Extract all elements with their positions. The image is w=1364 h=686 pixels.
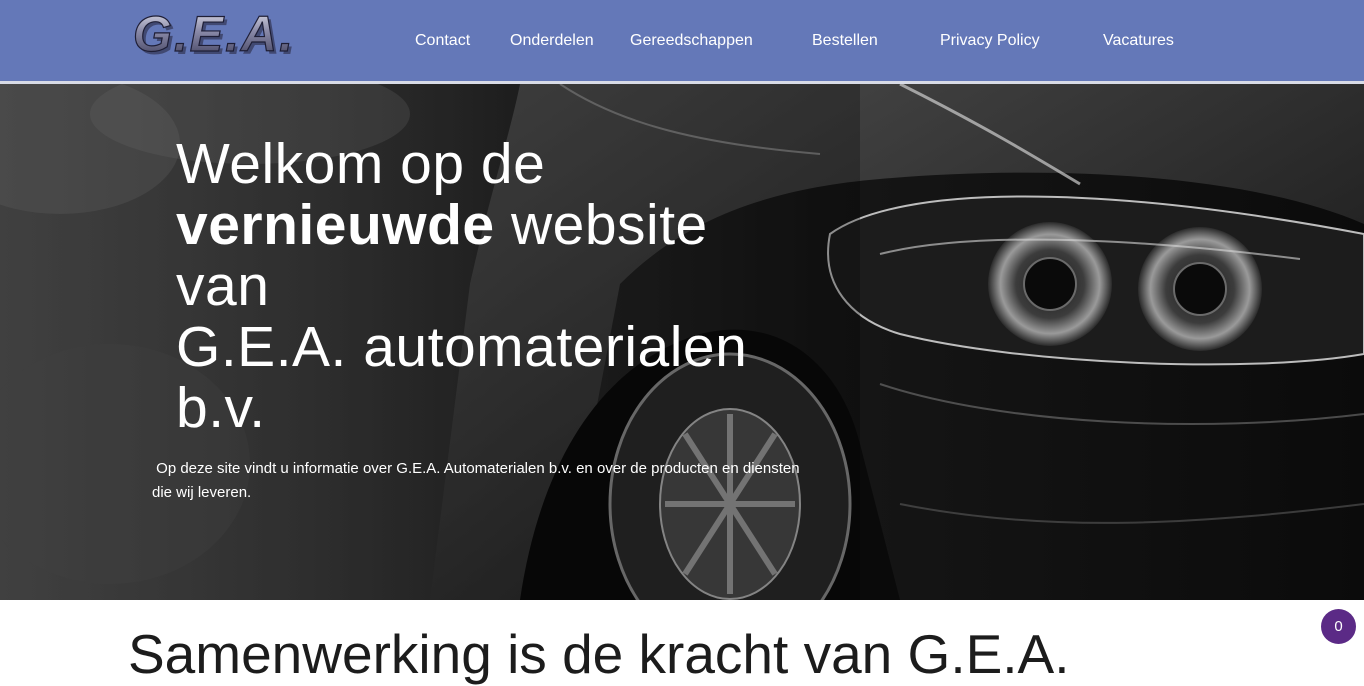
- hero-title-line3: G.E.A. automaterialen: [176, 315, 748, 379]
- section-title: Samenwerking is de kracht van G.E.A.: [128, 623, 1070, 685]
- logo-text: G.E.A.: [133, 10, 295, 62]
- cart-count-badge[interactable]: 0: [1321, 609, 1356, 644]
- nav-privacy-policy[interactable]: Privacy Policy: [940, 31, 1040, 51]
- nav-gereedschappen[interactable]: Gereedschappen: [630, 31, 753, 51]
- hero-intro-line2: die wij leveren.: [152, 484, 252, 501]
- logo[interactable]: G.E.A. G.E.A.: [132, 10, 356, 62]
- hero-intro-line1: Op deze site vindt u informatie over G.E…: [152, 460, 800, 477]
- nav-bestellen[interactable]: Bestellen: [812, 31, 878, 51]
- logo-image: G.E.A. G.E.A.: [132, 10, 296, 62]
- site-header: G.E.A. G.E.A. Contact Onderdelen Gereeds…: [0, 0, 1364, 84]
- hero-title-bold: vernieuwde: [176, 193, 495, 257]
- hero-banner: Welkom op de vernieuwde website van G.E.…: [0, 84, 1364, 600]
- hero-intro: Op deze site vindt u informatie over G.E…: [152, 457, 842, 505]
- nav-onderdelen[interactable]: Onderdelen: [510, 31, 594, 51]
- hero-title: Welkom op de vernieuwde website van G.E.…: [176, 134, 816, 439]
- nav-vacatures[interactable]: Vacatures: [1103, 31, 1174, 51]
- hero-title-line4: b.v.: [176, 376, 266, 440]
- nav-contact[interactable]: Contact: [415, 31, 470, 51]
- hero-title-line1: Welkom op de: [176, 132, 546, 196]
